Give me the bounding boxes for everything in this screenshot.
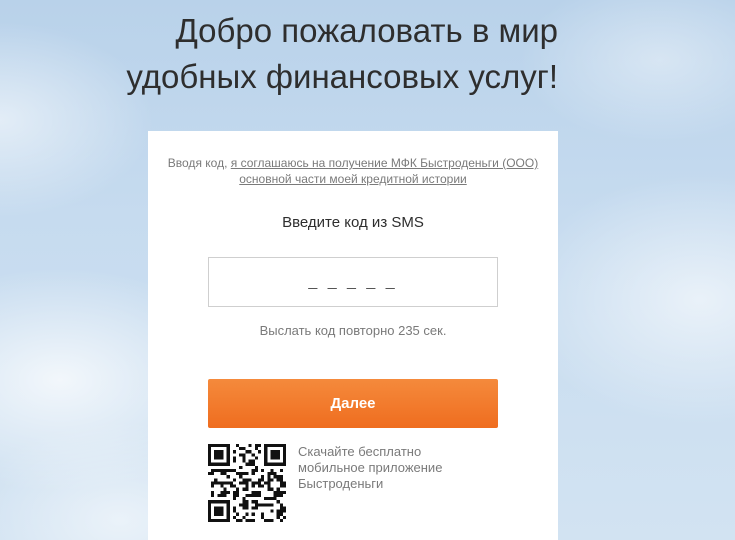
app-download-text[interactable]: Скачайте бесплатно мобильное приложение … <box>298 444 498 492</box>
app-text-line-1: Скачайте бесплатно <box>298 444 422 459</box>
next-button[interactable]: Далее <box>208 379 498 428</box>
qr-code-icon <box>208 444 286 522</box>
resend-countdown: Выслать код повторно 235 сек. <box>259 323 447 338</box>
title-line-2: удобных финансовых услуг! <box>126 58 558 95</box>
app-text-line-3: Быстроденьги <box>298 476 384 491</box>
consent-text: Вводя код, я соглашаюсь на получение МФК… <box>148 155 558 187</box>
consent-prefix: Вводя код, <box>167 156 231 170</box>
enter-code-label: Введите код из SMS <box>282 214 424 231</box>
sms-code-input[interactable] <box>208 257 498 307</box>
sms-code-card: Вводя код, я соглашаюсь на получение МФК… <box>148 131 558 540</box>
consent-link[interactable]: я соглашаюсь на получение МФК Быстродень… <box>231 156 538 186</box>
app-text-line-2: мобильное приложение <box>298 460 443 475</box>
title-line-1: Добро пожаловать в мир <box>175 12 558 49</box>
